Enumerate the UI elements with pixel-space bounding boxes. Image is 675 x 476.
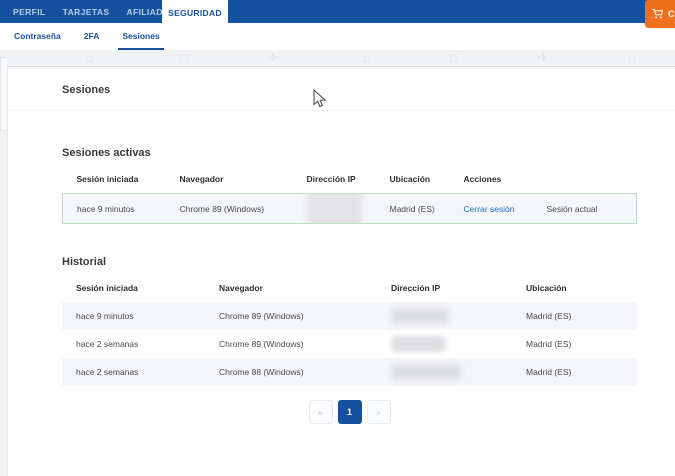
cart-icon	[652, 8, 664, 19]
background-house-icon: ⌂	[363, 50, 371, 65]
session-location: Madrid (ES)	[375, 193, 450, 224]
background-box-icon: □	[450, 50, 458, 65]
session-ip	[292, 193, 376, 224]
ip-blurred	[391, 364, 461, 380]
history-row: hace 9 minutos Chrome 89 (Windows) Madri…	[62, 302, 637, 330]
pagination-next-button[interactable]: »	[366, 400, 391, 424]
col-header-navegador: Navegador	[219, 283, 263, 293]
nav-item-tarjetas[interactable]: TARJETAS	[63, 7, 110, 17]
background-box-icon: □	[180, 50, 188, 65]
col-header-empty	[533, 164, 637, 194]
session-browser: Chrome 89 (Windows)	[219, 339, 304, 349]
nav-item-seguridad-active[interactable]: SEGURIDAD	[162, 0, 228, 25]
nav-item-perfil[interactable]: PERFIL	[13, 7, 46, 17]
history-title: Historial	[62, 256, 107, 268]
background-house-icon: ⌂	[86, 50, 94, 65]
background-plane-icon: ✈	[538, 50, 549, 65]
history-table: Sesión iniciada Navegador Dirección IP U…	[62, 273, 637, 386]
active-session-row: hace 9 minutos Chrome 89 (Windows) Madri…	[62, 193, 637, 224]
ip-blurred	[391, 308, 449, 324]
col-header-ubicacion: Ubicación	[526, 283, 567, 293]
mouse-cursor	[313, 89, 327, 108]
sessions-card: Sesiones Sesiones activas Sesión iniciad…	[7, 66, 675, 476]
col-header-direccion-ip: Dirección IP	[391, 283, 441, 293]
session-ip	[377, 330, 512, 358]
session-location: Madrid (ES)	[512, 302, 637, 330]
pagination: « 1 »	[62, 400, 637, 424]
buy-button-label: CO	[668, 9, 675, 19]
session-started: hace 9 minutos	[62, 193, 166, 224]
background-house-icon: ⌂	[628, 50, 636, 65]
col-header-sesion-iniciada: Sesión iniciada	[76, 283, 138, 293]
ip-blurred	[306, 194, 362, 223]
pagination-prev-button[interactable]: «	[308, 400, 333, 424]
background-card-edge	[0, 57, 7, 131]
background-plane-icon: ✈	[268, 50, 279, 65]
history-row: hace 2 semanas Chrome 88 (Windows) Madri…	[62, 358, 637, 386]
session-ip	[377, 358, 512, 386]
active-sessions-table: Sesión iniciada Navegador Dirección IP U…	[62, 164, 637, 224]
subnav-item-sesiones[interactable]: Sesiones	[118, 23, 164, 50]
buy-button[interactable]: CO	[645, 0, 675, 28]
top-nav-bar: PERFIL TARJETAS AFILIADOS	[0, 0, 675, 23]
session-location: Madrid (ES)	[512, 358, 637, 386]
col-header-direccion-ip: Dirección IP	[306, 174, 356, 184]
session-started: hace 9 minutos	[62, 302, 205, 330]
pagination-page-1[interactable]: 1	[337, 400, 362, 424]
col-header-navegador: Navegador	[179, 174, 224, 184]
close-session-link[interactable]: Cerrar sesión	[464, 204, 515, 214]
col-header-acciones: Acciones	[463, 174, 502, 184]
col-header-ubicacion: Ubicación	[389, 174, 431, 184]
col-header-sesion-iniciada: Sesión iniciada	[76, 174, 139, 184]
session-ip	[377, 302, 512, 330]
active-sessions-title: Sesiones activas	[62, 147, 151, 159]
session-browser: Chrome 89 (Windows)	[165, 193, 293, 224]
current-session-badge: Sesión actual	[546, 203, 598, 214]
session-started: hace 2 semanas	[76, 339, 139, 349]
session-browser: Chrome 89 (Windows)	[205, 302, 377, 330]
security-subnav: Contraseña 2FA Sesiones	[0, 23, 675, 50]
session-browser: Chrome 88 (Windows)	[205, 358, 377, 386]
subnav-item-2fa[interactable]: 2FA	[80, 23, 104, 50]
page-title: Sesiones	[62, 84, 111, 96]
card-header: Sesiones	[8, 67, 675, 111]
ip-blurred	[391, 336, 446, 352]
subnav-item-contrasena[interactable]: Contraseña	[10, 23, 65, 50]
history-row: hace 2 semanas Chrome 89 (Windows) Madri…	[62, 330, 637, 358]
session-location: Madrid (ES)	[526, 339, 572, 349]
session-started: hace 2 semanas	[62, 358, 205, 386]
